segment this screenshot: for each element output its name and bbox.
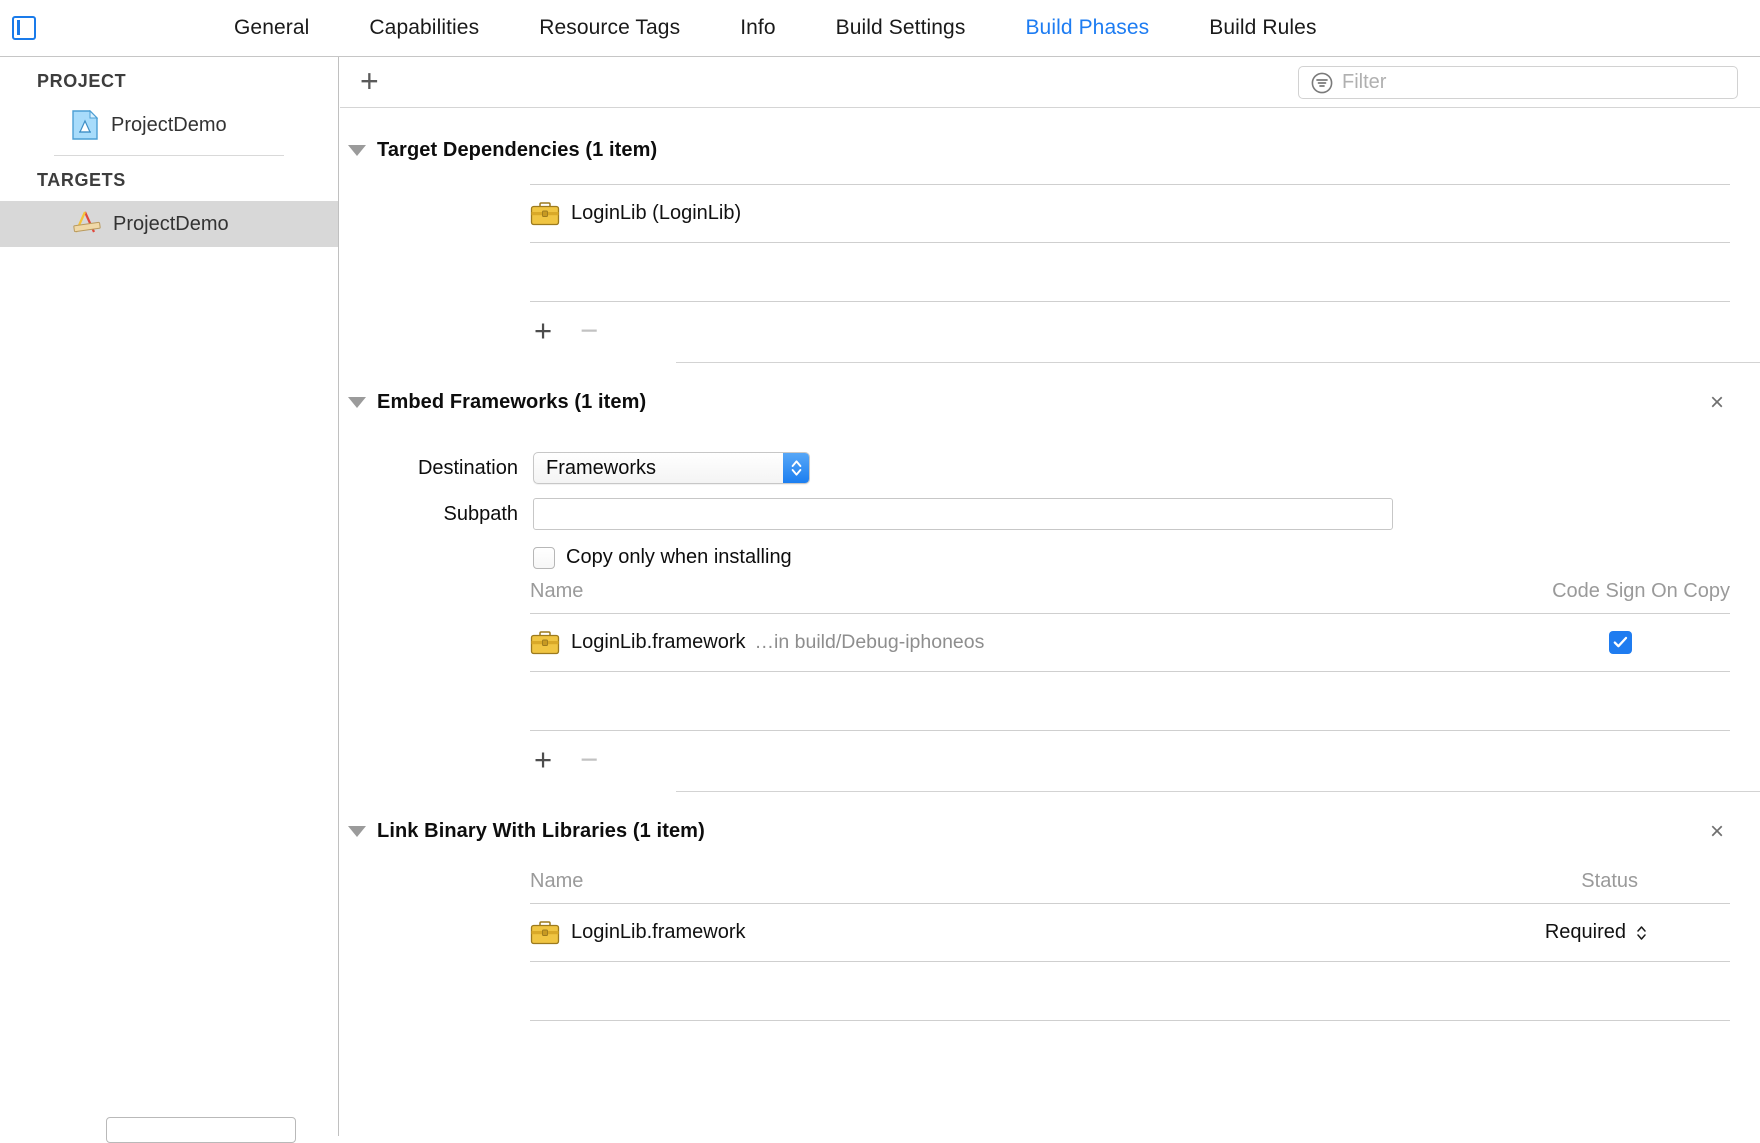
- add-embed-framework-button[interactable]: +: [534, 744, 552, 775]
- sidebar-bottom-field[interactable]: [106, 1117, 296, 1143]
- sidebar-section-project: PROJECT: [0, 57, 338, 102]
- framework-briefcase-icon: [530, 630, 560, 655]
- empty-row: [530, 672, 1730, 730]
- table-cell-name: LoginLib.framework: [571, 631, 746, 654]
- editor-tab-bar: General Capabilities Resource Tags Info …: [0, 0, 1760, 57]
- build-phases-pane: + Filter Target Dependencies (1 item): [340, 57, 1760, 1136]
- tab-general[interactable]: General: [234, 16, 309, 40]
- tab-build-settings[interactable]: Build Settings: [836, 16, 966, 40]
- table-row[interactable]: LoginLib.framework Required: [530, 904, 1730, 961]
- code-sign-on-copy-checkbox[interactable]: [1609, 631, 1632, 654]
- tab-info[interactable]: Info: [740, 16, 775, 40]
- disclosure-triangle-icon[interactable]: [348, 826, 366, 837]
- add-build-phase-button[interactable]: +: [360, 65, 379, 97]
- subpath-label: Subpath: [340, 503, 518, 526]
- framework-briefcase-icon: [530, 201, 560, 226]
- target-dependencies-list: LoginLib (LoginLib) + −: [530, 162, 1730, 362]
- remove-dependency-button[interactable]: −: [580, 315, 598, 346]
- filter-icon: [1310, 71, 1334, 95]
- delete-phase-button[interactable]: ×: [1710, 820, 1724, 844]
- phase-header-target-dependencies[interactable]: Target Dependencies (1 item): [340, 139, 1760, 162]
- phase-title: Target Dependencies (1 item): [377, 139, 657, 162]
- add-remove-bar: + −: [530, 302, 1730, 362]
- column-header-code-sign: Code Sign On Copy: [1552, 580, 1730, 603]
- table-header: Name Status: [530, 859, 1730, 903]
- column-header-name: Name: [530, 580, 1552, 603]
- destination-select[interactable]: Frameworks: [533, 452, 810, 484]
- chevron-updown-icon: [1635, 923, 1648, 943]
- tab-capabilities[interactable]: Capabilities: [369, 16, 479, 40]
- add-remove-bar: + −: [530, 731, 1730, 791]
- tab-build-rules[interactable]: Build Rules: [1209, 16, 1316, 40]
- copy-only-label: Copy only when installing: [566, 546, 792, 569]
- phase-header-link-binary[interactable]: Link Binary With Libraries (1 item) ×: [340, 820, 1760, 843]
- destination-row: Destination Frameworks: [340, 452, 1760, 484]
- sidebar-item-target-projectdemo[interactable]: ProjectDemo: [0, 201, 338, 247]
- status-value: Required: [1545, 921, 1626, 944]
- row-divider: [530, 1020, 1730, 1021]
- table-row[interactable]: LoginLib (LoginLib): [530, 185, 1730, 242]
- column-header-status: Status: [1581, 870, 1638, 893]
- project-targets-sidebar: PROJECT ProjectDemo TARGETS ProjectDemo: [0, 57, 339, 1136]
- empty-row: [530, 243, 1730, 301]
- empty-row: [530, 962, 1730, 1020]
- filter-field[interactable]: Filter: [1298, 66, 1738, 99]
- disclosure-triangle-icon[interactable]: [348, 145, 366, 156]
- table-cell-name: LoginLib.framework: [571, 921, 746, 944]
- column-header-name: Name: [530, 870, 1581, 893]
- filter-placeholder: Filter: [1342, 71, 1386, 94]
- project-document-icon: [72, 110, 98, 140]
- chevron-updown-icon: [783, 453, 809, 483]
- subpath-row: Subpath: [340, 498, 1760, 530]
- editor-layout-icon[interactable]: [12, 16, 36, 40]
- sidebar-section-targets: TARGETS: [0, 156, 338, 201]
- add-dependency-button[interactable]: +: [534, 315, 552, 346]
- table-row[interactable]: LoginLib.framework …in build/Debug-iphon…: [530, 614, 1730, 671]
- embed-frameworks-table: Name Code Sign On Copy LoginLib.framewor…: [530, 569, 1730, 791]
- delete-phase-button[interactable]: ×: [1710, 391, 1724, 415]
- link-binary-table: Name Status LoginLib.framework Required: [530, 843, 1730, 1021]
- tab-resource-tags[interactable]: Resource Tags: [539, 16, 680, 40]
- phase-title: Embed Frameworks (1 item): [377, 391, 646, 414]
- table-cell-name: LoginLib (LoginLib): [571, 202, 741, 225]
- destination-value: Frameworks: [534, 457, 656, 480]
- build-phase-toolbar: + Filter: [340, 57, 1760, 108]
- destination-label: Destination: [340, 457, 518, 480]
- build-phases-list: Target Dependencies (1 item) LoginLib (L…: [340, 108, 1760, 1021]
- remove-embed-framework-button[interactable]: −: [580, 744, 598, 775]
- table-cell-path: …in build/Debug-iphoneos: [755, 631, 985, 654]
- framework-briefcase-icon: [530, 920, 560, 945]
- target-app-icon: [72, 210, 102, 238]
- disclosure-triangle-icon[interactable]: [348, 397, 366, 408]
- sidebar-item-label: ProjectDemo: [111, 114, 227, 137]
- table-header: Name Code Sign On Copy: [530, 569, 1730, 613]
- phase-header-embed-frameworks[interactable]: Embed Frameworks (1 item) ×: [340, 391, 1760, 414]
- sidebar-item-label: ProjectDemo: [113, 213, 229, 236]
- tab-list: General Capabilities Resource Tags Info …: [234, 16, 1317, 40]
- tab-build-phases[interactable]: Build Phases: [1025, 16, 1149, 40]
- phase-title: Link Binary With Libraries (1 item): [377, 820, 705, 843]
- copy-only-checkbox[interactable]: [533, 547, 555, 569]
- copy-only-when-installing-row[interactable]: Copy only when installing: [533, 546, 1760, 569]
- sidebar-item-project-projectdemo[interactable]: ProjectDemo: [0, 102, 338, 148]
- subpath-input[interactable]: [533, 498, 1393, 530]
- status-select[interactable]: Required: [1545, 921, 1648, 944]
